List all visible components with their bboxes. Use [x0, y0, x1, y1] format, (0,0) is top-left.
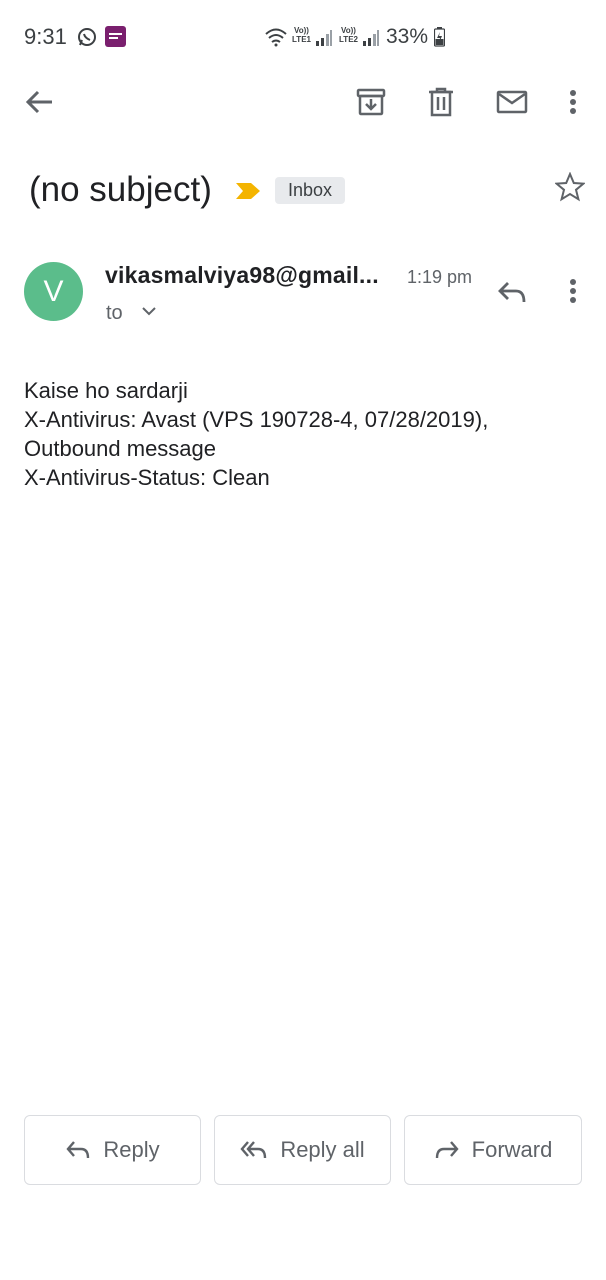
chevron-down-icon[interactable]: [139, 305, 159, 319]
email-body: Kaise ho sardarji X-Antivirus: Avast (VP…: [24, 378, 489, 490]
forward-button[interactable]: Forward: [404, 1115, 582, 1185]
battery-percent: 33%: [386, 25, 429, 48]
inbox-label-chip[interactable]: Inbox: [275, 177, 345, 204]
reply-all-button[interactable]: Reply all: [214, 1115, 391, 1185]
sim2-label: Vo)) LTE2: [339, 26, 358, 44]
sim1-label: Vo)) LTE1: [292, 26, 311, 44]
status-time: 9:31: [24, 24, 67, 49]
reply-all-label: Reply all: [280, 1137, 365, 1162]
back-arrow-icon[interactable]: [24, 86, 56, 118]
mark-unread-mail-icon[interactable]: [495, 86, 529, 118]
reply-label: Reply: [103, 1137, 160, 1162]
reply-all-icon: [240, 1139, 268, 1161]
more-vert-icon[interactable]: [561, 86, 585, 118]
whatsapp-icon: [77, 27, 97, 47]
sender-address[interactable]: vikasmalviya98@gmail...: [105, 262, 379, 289]
sender-avatar[interactable]: V: [24, 262, 83, 321]
star-icon[interactable]: [555, 172, 585, 202]
archive-icon[interactable]: [355, 86, 387, 118]
signal-icon-sim2: [362, 29, 380, 47]
forward-label: Forward: [471, 1137, 553, 1162]
reply-icon: [65, 1139, 91, 1161]
yono-app-icon: [105, 26, 126, 47]
status-bar: 9:31 Vo)) LTE1 Vo)) LTE2 33%: [0, 0, 606, 72]
message-more-icon[interactable]: [561, 275, 585, 307]
signal-icon-sim1: [315, 29, 333, 47]
wifi-icon: [264, 27, 288, 47]
email-time: 1:19 pm: [407, 267, 473, 287]
trash-icon[interactable]: [425, 86, 457, 118]
importance-marker-icon[interactable]: [235, 181, 261, 201]
email-subject: (no subject): [29, 170, 212, 209]
reply-icon[interactable]: [496, 276, 528, 308]
recipients-label[interactable]: to: [106, 302, 123, 325]
forward-icon: [434, 1139, 460, 1161]
reply-button[interactable]: Reply: [24, 1115, 201, 1185]
battery-charging-icon: [434, 27, 445, 47]
